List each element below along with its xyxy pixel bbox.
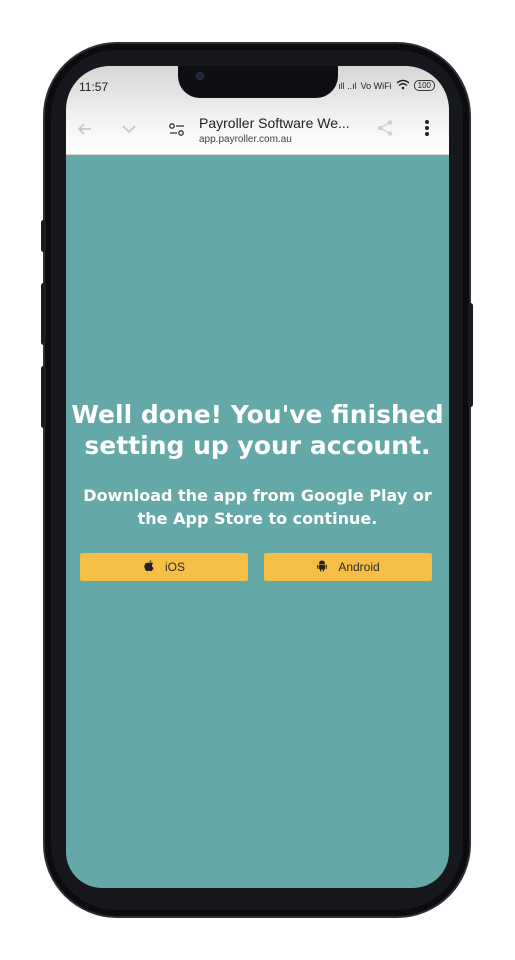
back-arrow-icon[interactable] <box>76 120 94 143</box>
phone-power-button <box>468 303 473 407</box>
status-icons: ıll ..ıl Vo WiFi 100 <box>338 79 435 92</box>
android-download-button[interactable]: Android <box>264 553 432 581</box>
completion-headline: Well done! You've finished setting up yo… <box>71 400 444 460</box>
ios-download-button[interactable]: iOS <box>80 553 248 581</box>
signal-icon: ıll ..ıl <box>338 80 357 91</box>
page-title[interactable]: Payroller Software We... <box>199 115 350 131</box>
browser-toolbar: Payroller Software We... app.payroller.c… <box>66 110 449 155</box>
ios-button-label: iOS <box>164 560 185 574</box>
phone-volume-up <box>41 283 46 345</box>
wifi-icon <box>396 79 410 92</box>
phone-mute-switch <box>41 220 46 252</box>
more-vert-icon[interactable] <box>424 119 430 142</box>
site-settings-icon[interactable] <box>168 122 186 142</box>
phone-screen: 11:57 ıll ..ıl Vo WiFi 100 Payroller Sof… <box>66 66 449 888</box>
apple-icon <box>143 559 155 575</box>
camera-notch <box>178 66 338 98</box>
android-icon <box>316 559 328 575</box>
page-content: Well done! You've finished setting up yo… <box>66 154 449 888</box>
phone-volume-down <box>41 366 46 428</box>
status-bar: 11:57 ıll ..ıl Vo WiFi 100 <box>66 66 449 110</box>
vowifi-label: Vo WiFi <box>360 80 392 91</box>
download-instruction: Download the app from Google Play or the… <box>83 486 432 528</box>
android-button-label: Android <box>338 560 380 574</box>
status-time: 11:57 <box>79 80 109 94</box>
page-url[interactable]: app.payroller.com.au <box>199 134 292 145</box>
share-icon[interactable] <box>376 119 394 142</box>
battery-indicator: 100 <box>413 80 435 91</box>
chevron-down-icon[interactable] <box>120 120 138 143</box>
front-camera-icon <box>196 72 204 80</box>
